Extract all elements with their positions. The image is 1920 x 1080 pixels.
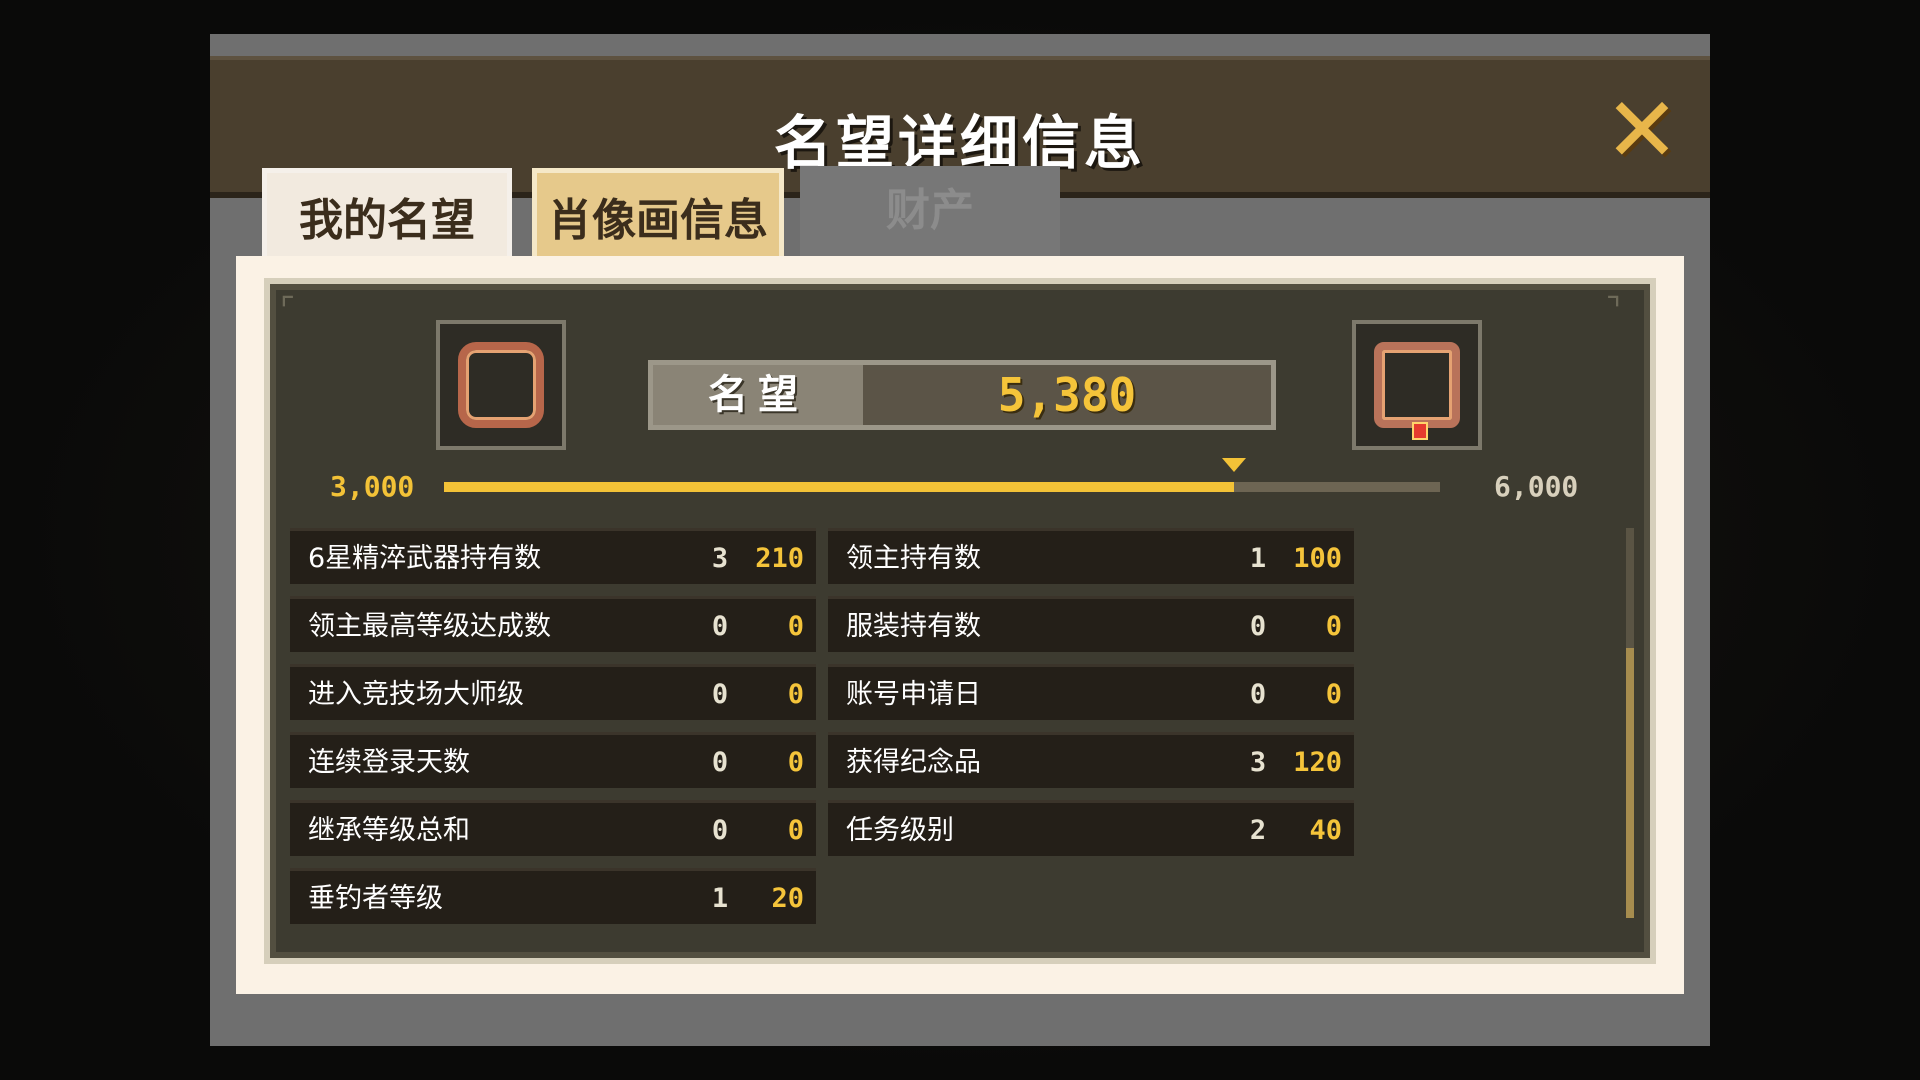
stat-count: 0	[1249, 679, 1267, 710]
stat-label: 垂钓者等级	[308, 883, 443, 914]
fame-range-min: 3,000	[330, 470, 415, 503]
stat-count: 3	[711, 543, 729, 574]
tab-my-fame[interactable]: 我的名望	[262, 168, 512, 266]
stat-row: 领主持有数 1 100	[828, 528, 1354, 584]
stat-label: 任务级别	[846, 815, 954, 846]
stat-row: 任务级别 2 40	[828, 800, 1354, 856]
current-rank-frame-icon	[436, 320, 566, 450]
progress-marker-icon	[1221, 458, 1246, 472]
stat-label: 获得纪念品	[846, 747, 981, 778]
scrollbar-thumb[interactable]	[1626, 648, 1634, 918]
stat-row: 继承等级总和 0 0	[290, 800, 816, 856]
tab-content: ⌜ ⌝ 名望 5,380 3,000 6,000 6星精淬武器持有数 3 210…	[236, 256, 1684, 994]
stat-label: 账号申请日	[846, 679, 981, 710]
corner-ornament-icon: ⌜	[280, 290, 295, 328]
next-rank-frame-icon	[1352, 320, 1482, 450]
stat-count: 0	[711, 747, 729, 778]
background-tab: 财产	[800, 166, 1060, 262]
stat-count: 0	[711, 679, 729, 710]
stat-label: 6星精淬武器持有数	[308, 543, 542, 574]
fame-label: 名望	[653, 365, 863, 425]
stat-points: 40	[1309, 815, 1342, 846]
stat-count: 2	[1249, 815, 1267, 846]
stat-points: 0	[787, 611, 804, 642]
fame-progress-bar	[444, 458, 1440, 492]
stat-row: 垂钓者等级 1 20	[290, 868, 816, 924]
stat-row: 领主最高等级达成数 0 0	[290, 596, 816, 652]
stat-points: 0	[787, 747, 804, 778]
stat-row: 账号申请日 0 0	[828, 664, 1354, 720]
stat-row: 进入竞技场大师级 0 0	[290, 664, 816, 720]
stat-points: 210	[755, 543, 804, 574]
close-icon[interactable]: ✕	[1604, 86, 1680, 176]
stat-points: 0	[787, 679, 804, 710]
fame-progress-fill	[444, 482, 1234, 492]
stat-points: 100	[1293, 543, 1342, 574]
stat-count: 1	[1249, 543, 1267, 574]
stat-count: 3	[1249, 747, 1267, 778]
fame-detail-modal: 名望详细信息 ✕ 财产 我的名望 肖像画信息 ⌜ ⌝ 名望 5,380 3,00…	[210, 34, 1710, 1046]
stat-points: 120	[1293, 747, 1342, 778]
stat-row: 服装持有数 0 0	[828, 596, 1354, 652]
list-scrollbar[interactable]	[1626, 528, 1634, 918]
stat-row: 连续登录天数 0 0	[290, 732, 816, 788]
stat-points: 0	[787, 815, 804, 846]
stat-points: 0	[1325, 611, 1342, 642]
stat-count: 0	[711, 815, 729, 846]
corner-ornament-icon: ⌝	[1606, 290, 1621, 328]
stat-points: 0	[1325, 679, 1342, 710]
fame-stat-list[interactable]: 6星精淬武器持有数 3 210 领主最高等级达成数 0 0 进入竞技场大师级 0 0 连续登录天数…	[290, 520, 1634, 940]
stat-label: 领主持有数	[846, 543, 981, 574]
stat-count: 0	[1249, 611, 1267, 642]
fame-panel: ⌜ ⌝ 名望 5,380 3,000 6,000 6星精淬武器持有数 3 210…	[264, 278, 1656, 964]
fame-display: 名望 5,380	[648, 360, 1276, 430]
stat-label: 继承等级总和	[308, 815, 470, 846]
stat-row: 6星精淬武器持有数 3 210	[290, 528, 816, 584]
stat-points: 20	[771, 883, 804, 914]
fame-value: 5,380	[997, 368, 1137, 422]
stat-count: 0	[711, 611, 729, 642]
fame-range-max: 6,000	[1494, 470, 1579, 503]
stat-count: 1	[711, 883, 729, 914]
stat-label: 领主最高等级达成数	[308, 611, 551, 642]
stat-label: 服装持有数	[846, 611, 981, 642]
stat-label: 连续登录天数	[308, 747, 470, 778]
tab-portrait-info[interactable]: 肖像画信息	[532, 168, 784, 266]
stat-row: 获得纪念品 3 120	[828, 732, 1354, 788]
stat-label: 进入竞技场大师级	[308, 679, 524, 710]
